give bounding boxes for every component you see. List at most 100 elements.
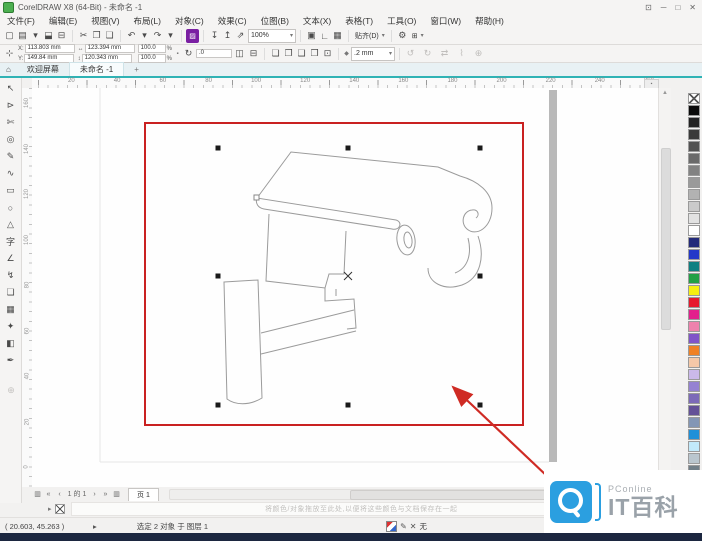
color-swatch[interactable] bbox=[688, 345, 700, 356]
scale-x-field[interactable]: 100.0 bbox=[138, 44, 166, 53]
page-1-tab[interactable]: 页 1 bbox=[128, 488, 159, 501]
menu-item[interactable]: 布局(L) bbox=[127, 15, 168, 27]
tab-welcome-screen[interactable]: 欢迎屏幕 bbox=[17, 63, 69, 76]
lock-ratio-icon[interactable]: ▪ bbox=[174, 47, 181, 61]
freehand-tool[interactable]: ✎ bbox=[3, 148, 19, 165]
weld-button[interactable]: ❐ bbox=[282, 47, 295, 61]
menu-item[interactable]: 窗口(W) bbox=[423, 15, 468, 27]
home-icon[interactable]: ⌂ bbox=[0, 63, 17, 76]
color-swatch[interactable] bbox=[688, 273, 700, 284]
artistic-media-tool[interactable]: ∿ bbox=[3, 165, 19, 182]
wrap-paragraph-text-button[interactable]: ↺ bbox=[404, 47, 417, 61]
outline-width-combo[interactable]: .2 mm ▾ bbox=[351, 47, 395, 61]
rectangle-tool[interactable]: ▭ bbox=[3, 182, 19, 199]
minimize-button[interactable]: ─ bbox=[661, 3, 667, 12]
fill-color-indicator[interactable] bbox=[386, 521, 397, 532]
color-swatch[interactable] bbox=[688, 285, 700, 296]
snap-to-combo[interactable]: 贴齐(D) ▾ bbox=[353, 30, 387, 42]
close-button[interactable]: ✕ bbox=[689, 3, 696, 12]
curve-node-handle[interactable] bbox=[254, 195, 259, 200]
color-swatch[interactable] bbox=[688, 129, 700, 140]
color-swatch[interactable] bbox=[688, 189, 700, 200]
menu-item[interactable]: 位图(B) bbox=[254, 15, 296, 27]
color-swatch[interactable] bbox=[688, 357, 700, 368]
zoom-level-combo[interactable]: 100% ▾ bbox=[248, 29, 296, 43]
show-rulers-button[interactable]: ∟ bbox=[318, 29, 331, 43]
print-button[interactable]: ⊟ bbox=[55, 29, 68, 43]
color-eyedropper-tool[interactable]: ✦ bbox=[3, 318, 19, 335]
import-button[interactable]: ↧ bbox=[208, 29, 221, 43]
color-swatch[interactable] bbox=[688, 297, 700, 308]
polygon-tool[interactable]: △ bbox=[3, 216, 19, 233]
color-swatch[interactable] bbox=[688, 249, 700, 260]
color-swatch[interactable] bbox=[688, 225, 700, 236]
convert-to-curves-button[interactable]: ⌇ bbox=[455, 47, 468, 61]
color-swatch[interactable] bbox=[688, 165, 700, 176]
drop-shadow-tool[interactable]: ❏ bbox=[3, 284, 19, 301]
y-position-field[interactable]: 149.84 mm bbox=[24, 54, 74, 63]
publish-pdf-button[interactable]: ⇗ bbox=[234, 29, 247, 43]
quick-customize-button[interactable]: ⊕ bbox=[472, 47, 485, 61]
interactive-fill-tool[interactable]: ◧ bbox=[3, 335, 19, 352]
color-swatch[interactable] bbox=[688, 321, 700, 332]
drawing-area[interactable] bbox=[32, 88, 658, 487]
pick-tool[interactable]: ↖ bbox=[3, 80, 19, 97]
zoom-tool[interactable]: ◎ bbox=[3, 131, 19, 148]
camera-outline-drawing[interactable] bbox=[224, 152, 492, 404]
first-page-button[interactable]: « bbox=[43, 491, 54, 498]
color-swatch[interactable] bbox=[688, 201, 700, 212]
color-swatch[interactable] bbox=[688, 105, 700, 116]
horizontal-scrollbar-thumb[interactable] bbox=[350, 490, 567, 500]
color-swatch[interactable] bbox=[688, 309, 700, 320]
new-document-tab-button[interactable]: + bbox=[124, 63, 149, 76]
intersect-button[interactable]: ❒ bbox=[308, 47, 321, 61]
dimension-tool[interactable]: ∠ bbox=[3, 250, 19, 267]
menu-item[interactable]: 帮助(H) bbox=[468, 15, 511, 27]
color-swatch[interactable] bbox=[688, 213, 700, 224]
object-width-field[interactable]: 123.394 mm bbox=[85, 44, 135, 53]
new-document-button[interactable]: ▢ bbox=[3, 29, 16, 43]
to-back-button[interactable]: ⇄ bbox=[438, 47, 451, 61]
outline-pen-tool[interactable]: ✒ bbox=[3, 352, 19, 369]
show-grid-button[interactable]: ▦ bbox=[331, 29, 344, 43]
redo-button[interactable]: ↷ bbox=[151, 29, 164, 43]
color-swatch[interactable] bbox=[688, 93, 700, 104]
color-swatch[interactable] bbox=[688, 117, 700, 128]
to-front-button[interactable]: ↻ bbox=[421, 47, 434, 61]
color-swatch[interactable] bbox=[688, 369, 700, 380]
x-position-field[interactable]: 113.803 mm bbox=[25, 44, 75, 53]
menu-item[interactable]: 文件(F) bbox=[0, 15, 42, 27]
open-dropdown[interactable]: ▾ bbox=[29, 29, 42, 43]
paste-button[interactable]: ❏ bbox=[103, 29, 116, 43]
search-content-button[interactable]: ▨ bbox=[186, 29, 199, 43]
redo-dropdown[interactable]: ▾ bbox=[164, 29, 177, 43]
menu-item[interactable]: 视图(V) bbox=[84, 15, 126, 27]
menu-item[interactable]: 对象(C) bbox=[168, 15, 211, 27]
undo-dropdown[interactable]: ▾ bbox=[138, 29, 151, 43]
scale-y-field[interactable]: 100.0 bbox=[138, 54, 166, 63]
menu-item[interactable]: 表格(T) bbox=[338, 15, 380, 27]
add-page-left-button[interactable]: ▥ bbox=[32, 490, 43, 498]
cut-button[interactable]: ✂ bbox=[77, 29, 90, 43]
selection-center-mark[interactable] bbox=[344, 272, 352, 280]
color-swatch[interactable] bbox=[688, 393, 700, 404]
palette-flyout-icon[interactable]: ▸ bbox=[48, 505, 52, 513]
options-gear-icon[interactable]: ⚙ bbox=[396, 29, 409, 43]
last-page-button[interactable]: » bbox=[100, 491, 111, 498]
trim-button[interactable]: ❑ bbox=[295, 47, 308, 61]
color-swatch[interactable] bbox=[688, 237, 700, 248]
color-swatch[interactable] bbox=[688, 429, 700, 440]
color-swatch[interactable] bbox=[688, 177, 700, 188]
create-boundary-button[interactable]: ⊡ bbox=[321, 47, 334, 61]
tab-untitled-document[interactable]: 未命名 -1 bbox=[69, 62, 124, 76]
add-page-right-button[interactable]: ▥ bbox=[111, 490, 122, 498]
transparency-tool[interactable]: ▦ bbox=[3, 301, 19, 318]
color-swatch[interactable] bbox=[688, 141, 700, 152]
color-swatch[interactable] bbox=[688, 441, 700, 452]
vertical-scrollbar[interactable]: ▲ ▼ bbox=[658, 88, 671, 487]
open-button[interactable]: ▤ bbox=[16, 29, 29, 43]
menu-item[interactable]: 编辑(E) bbox=[42, 15, 84, 27]
combine-button[interactable]: ❏ bbox=[269, 47, 282, 61]
color-swatch[interactable] bbox=[688, 381, 700, 392]
window-layout-combo[interactable]: ⊞ ▾ bbox=[410, 30, 426, 42]
